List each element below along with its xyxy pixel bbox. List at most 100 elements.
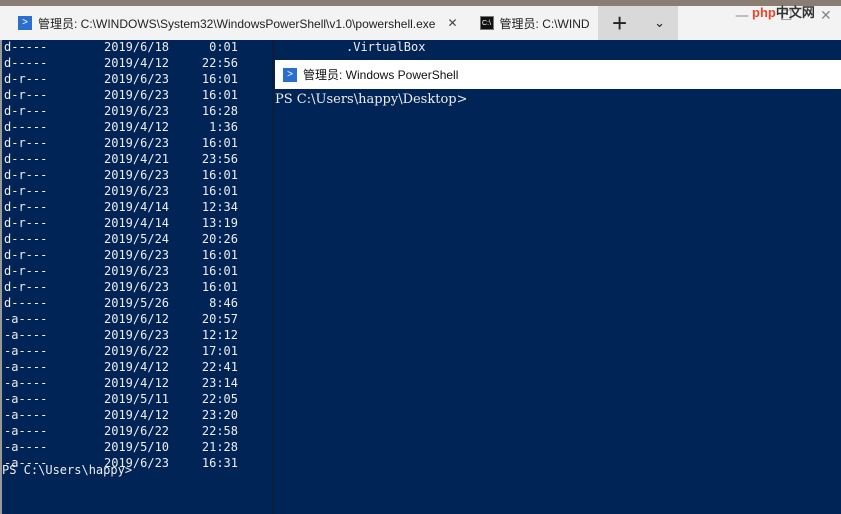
time: 20:26 xyxy=(201,232,238,246)
mode: d-r--- xyxy=(4,216,48,230)
list-item: d-r--- 2019/6/23 16:28 xyxy=(4,104,270,120)
mode: d----- xyxy=(4,232,48,246)
time: 17:01 xyxy=(201,344,238,358)
time: 16:01 xyxy=(201,184,238,198)
time: 12:12 xyxy=(201,328,238,342)
powershell-icon: > xyxy=(18,16,32,30)
date: 2019/5/24 xyxy=(104,232,170,246)
mode: -a---- xyxy=(4,312,48,326)
tab-cmd[interactable]: C:\ 管理员: C:\WIND xyxy=(466,6,598,40)
time: 22:41 xyxy=(201,360,238,374)
mode: d----- xyxy=(4,296,48,310)
tab-dropdown-button[interactable]: ⌄ xyxy=(641,6,678,40)
mode: -a---- xyxy=(4,408,48,422)
date: 2019/6/23 xyxy=(104,104,170,118)
mode: d----- xyxy=(4,56,48,70)
date: 2019/6/23 xyxy=(104,264,170,278)
right-terminal-pane[interactable]: > 管理员: Windows PowerShell PS C:\Users\ha… xyxy=(275,60,841,514)
date: 2019/6/23 xyxy=(104,184,170,198)
list-item: -a---- 2019/6/12 20:57 xyxy=(4,312,270,328)
date: 2019/6/22 xyxy=(104,344,170,358)
mode: d-r--- xyxy=(4,264,48,278)
tab-powershell[interactable]: > 管理员: C:\WINDOWS\System32\WindowsPowerS… xyxy=(0,6,466,40)
list-item: d----- 2019/4/12 22:56 xyxy=(4,56,270,72)
list-item: d----- 2019/4/12 1:36 xyxy=(4,120,270,136)
date: 2019/6/23 xyxy=(104,72,170,86)
list-item: d-r--- 2019/6/23 16:01 xyxy=(4,248,270,264)
time: 8:46 xyxy=(209,296,238,310)
date: 2019/4/12 xyxy=(104,408,170,422)
date: 2019/6/12 xyxy=(104,312,170,326)
mode: d-r--- xyxy=(4,248,48,262)
time: 16:31 xyxy=(201,456,238,470)
mode: -a---- xyxy=(4,360,48,374)
right-prompt: PS C:\Users\happy\Desktop> xyxy=(275,92,468,107)
list-item: -a---- 2019/5/11 22:05 xyxy=(4,392,270,408)
mode: d-r--- xyxy=(4,200,48,214)
left-terminal-pane[interactable]: d----- 2019/6/18 0:01 d----- 2019/4/12 22:56 d… xyxy=(0,40,272,514)
time: 16:01 xyxy=(201,136,238,150)
mode: -a---- xyxy=(4,344,48,358)
time: 16:01 xyxy=(201,72,238,86)
mode: d-r--- xyxy=(4,88,48,102)
date: 2019/6/22 xyxy=(104,424,170,438)
minimize-button[interactable]: — xyxy=(735,8,749,24)
file-name: .VirtualBox xyxy=(346,40,426,54)
list-item: -a---- 2019/4/12 22:41 xyxy=(4,360,270,376)
time: 12:34 xyxy=(201,200,238,214)
time: 23:14 xyxy=(201,376,238,390)
left-prompt: PS C:\Users\happy> xyxy=(2,463,133,477)
date: 2019/5/11 xyxy=(104,392,170,406)
date: 2019/6/23 xyxy=(104,280,170,294)
time: 23:20 xyxy=(201,408,238,422)
list-item: d-r--- 2019/6/23 16:01 xyxy=(4,136,270,152)
cmd-icon: C:\ xyxy=(479,16,494,30)
list-item: -a---- 2019/4/12 23:14 xyxy=(4,376,270,392)
list-item: d-r--- 2019/6/23 16:01 xyxy=(4,280,270,296)
list-item: d-r--- 2019/4/14 13:19 xyxy=(4,216,270,232)
tab-bar: > 管理员: C:\WINDOWS\System32\WindowsPowerS… xyxy=(0,6,841,40)
time: 23:56 xyxy=(201,152,238,166)
date: 2019/4/21 xyxy=(104,152,170,166)
time: 13:19 xyxy=(201,216,238,230)
pane-divider[interactable] xyxy=(272,40,274,514)
mode: d----- xyxy=(4,120,48,134)
time: 22:58 xyxy=(201,424,238,438)
list-item: d-r--- 2019/6/23 16:01 xyxy=(4,184,270,200)
time: 16:01 xyxy=(201,168,238,182)
list-item: d-r--- 2019/6/23 16:01 xyxy=(4,168,270,184)
time: 20:57 xyxy=(201,312,238,326)
mode: -a---- xyxy=(4,424,48,438)
date: 2019/4/12 xyxy=(104,376,170,390)
date: 2019/5/26 xyxy=(104,296,170,310)
list-item: d----- 2019/4/21 23:56 xyxy=(4,152,270,168)
date: 2019/6/23 xyxy=(104,168,170,182)
time: 16:01 xyxy=(201,264,238,278)
time: 16:01 xyxy=(201,280,238,294)
powershell-icon: > xyxy=(283,67,297,82)
mode: d-r--- xyxy=(4,136,48,150)
close-window-button[interactable]: ✕ xyxy=(820,8,832,24)
new-tab-button[interactable]: + xyxy=(597,6,642,40)
date: 2019/4/14 xyxy=(104,216,170,230)
mode: -a---- xyxy=(4,328,48,342)
mode: d-r--- xyxy=(4,280,48,294)
date: 2019/4/12 xyxy=(104,120,170,134)
time: 16:01 xyxy=(201,248,238,262)
close-tab-icon[interactable]: ✕ xyxy=(447,16,457,30)
date: 2019/6/23 xyxy=(104,88,170,102)
list-item: d----- 2019/5/24 20:26 xyxy=(4,232,270,248)
mode: d-r--- xyxy=(4,184,48,198)
time: 22:56 xyxy=(201,56,238,70)
date: 2019/6/18 xyxy=(104,40,170,54)
time: 16:01 xyxy=(201,88,238,102)
mode: d-r--- xyxy=(4,168,48,182)
date: 2019/6/23 xyxy=(104,136,170,150)
list-item: d----- 2019/6/18 0:01 xyxy=(4,40,270,56)
tab-title: 管理员: C:\WIND xyxy=(499,16,590,31)
list-item: -a---- 2019/6/22 17:01 xyxy=(4,344,270,360)
mode: d----- xyxy=(4,40,48,54)
time: 16:28 xyxy=(201,104,238,118)
list-item: -a---- 2019/6/23 12:12 xyxy=(4,328,270,344)
time: 1:36 xyxy=(209,120,238,134)
